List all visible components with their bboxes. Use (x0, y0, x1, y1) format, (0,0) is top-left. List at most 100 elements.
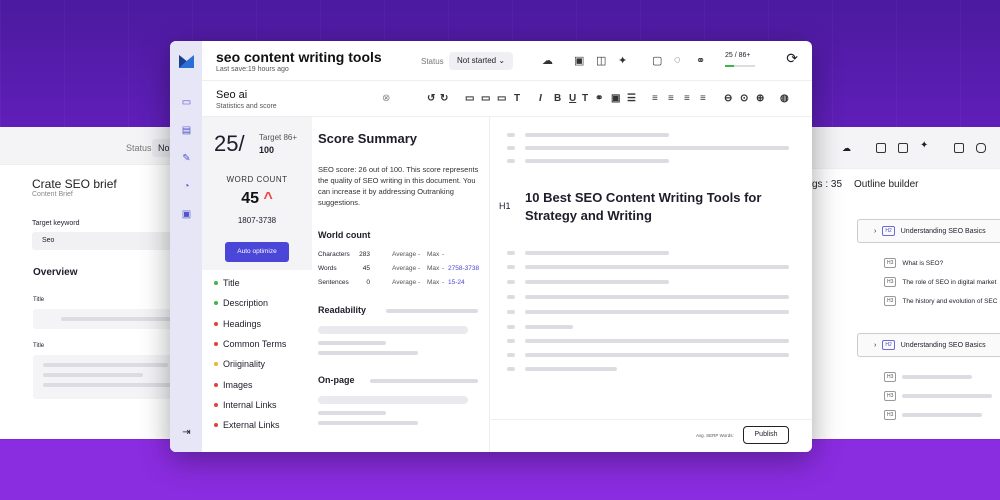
word-stat-m: Max (427, 279, 440, 286)
score-mini: 25 / 86+ (725, 52, 751, 59)
justify-icon[interactable]: ≡ (700, 93, 706, 104)
description-field-input[interactable] (33, 355, 180, 399)
checklist-item[interactable]: Headings (214, 319, 261, 329)
outline-h3-item[interactable]: H3 The history and evolution of SEC (884, 296, 997, 306)
refresh-icon[interactable]: ⟳ (786, 50, 798, 67)
note-icon[interactable]: ▢ (652, 54, 662, 67)
outline-h3-item[interactable]: H3 (884, 410, 983, 420)
h3-tag: H3 (884, 296, 897, 306)
placeholder-bar (370, 379, 478, 383)
target-keyword-input[interactable]: Seo (32, 232, 180, 250)
close-icon[interactable]: ⊗ (382, 93, 390, 104)
status-select[interactable]: Not started ⌄ (449, 52, 514, 70)
document-editor[interactable]: H1 10 Best SEO Content Writing Tools for… (491, 117, 812, 452)
h3-format-icon[interactable]: ▭ (497, 93, 506, 104)
comment-icon[interactable] (976, 143, 986, 153)
h3-tag: H3 (884, 372, 897, 382)
chevron-right-icon[interactable]: › (874, 342, 876, 349)
zoom-in-icon[interactable]: ⊕ (756, 93, 764, 104)
h2-format-icon[interactable]: ▭ (481, 93, 490, 104)
checklist-item[interactable]: Internal Links (214, 400, 277, 410)
list-icon[interactable]: ☰ (627, 93, 636, 104)
chevron-down-icon: ⌄ (498, 56, 506, 65)
auto-optimize-button[interactable]: Auto optimize (225, 242, 289, 262)
word-stat-r: 2758-3738 (448, 265, 480, 272)
h1-icon[interactable]: ▭ (181, 97, 192, 108)
checklist-item[interactable]: Common Terms (214, 339, 286, 349)
format-toolbar: Seo ai Statistics and score ⊗ ↺ ↻ ▭ ▭ ▭ … (202, 81, 812, 117)
document-icon[interactable]: ▤ (181, 125, 192, 136)
globe-icon[interactable]: ◍ (780, 93, 789, 104)
status-dot-icon (214, 321, 218, 326)
strike-icon[interactable]: T (582, 93, 588, 104)
h1-format-icon[interactable]: ▭ (465, 93, 474, 104)
magic-icon[interactable]: ✦ (920, 140, 930, 151)
folder-icon[interactable]: ▣ (181, 209, 192, 220)
status-dot-icon (214, 281, 218, 285)
status-dot-icon (214, 341, 218, 346)
outline-h3-item[interactable]: H3 The role of SEO in digital market (884, 277, 996, 287)
document-title[interactable]: seo content writing tools (216, 49, 382, 65)
placeholder-bar (507, 353, 515, 357)
checklist-item-label: Title (223, 278, 240, 288)
outline-item-label: What is SEO? (902, 259, 944, 267)
h1-heading[interactable]: 10 Best SEO Content Writing Tools for St… (525, 189, 785, 225)
note-icon[interactable] (954, 143, 964, 153)
align-center-icon[interactable]: ≡ (668, 93, 674, 104)
underline-icon[interactable]: U (569, 93, 576, 104)
robot-icon[interactable] (898, 143, 908, 153)
text-icon[interactable]: T (514, 93, 520, 104)
word-stat-k: Sentences (318, 279, 349, 286)
outline-h3-item[interactable]: H3 (884, 372, 973, 382)
placeholder-bar (386, 309, 478, 313)
save-icon[interactable] (876, 143, 886, 153)
link-icon[interactable]: ⚭ (595, 93, 603, 104)
outline-h2-item[interactable]: › H2 Understanding SEO Basics (857, 333, 1000, 357)
logout-icon[interactable]: ⇥ (181, 427, 192, 438)
placeholder-bar (507, 265, 515, 269)
publish-button[interactable]: Publish (743, 426, 789, 444)
redo-icon[interactable]: ↻ (440, 93, 448, 104)
arrow-up-icon: ^ (263, 190, 273, 207)
cloud-icon[interactable]: ☁ (542, 54, 553, 67)
chevron-right-icon[interactable]: › (874, 228, 876, 235)
zoom-out-icon[interactable]: ⊖ (724, 93, 732, 104)
placeholder-bar (43, 383, 173, 387)
cloud-icon[interactable]: ☁ (842, 143, 852, 153)
align-left-icon[interactable]: ≡ (652, 93, 658, 104)
placeholder-bar (318, 326, 468, 334)
score-column: 25/ Target 86+ 100 WORD COUNT 45 ^ 1807-… (202, 117, 312, 452)
search-icon[interactable]: ⊙ (740, 93, 748, 104)
bold-icon[interactable]: B (554, 93, 561, 104)
placeholder-bar (507, 280, 515, 284)
checklist-item[interactable]: External Links (214, 420, 280, 430)
placeholder-bar (525, 133, 669, 137)
placeholder-bar (902, 394, 993, 398)
magic-icon[interactable]: ✦ (618, 54, 627, 67)
save-icon[interactable]: ▣ (574, 54, 584, 67)
target-keyword-label: Target keyword (32, 220, 80, 227)
checklist-item[interactable]: Title (214, 278, 240, 288)
h3-tag: H3 (884, 410, 897, 420)
align-right-icon[interactable]: ≡ (684, 93, 690, 104)
italic-icon[interactable]: I (539, 93, 542, 104)
robot-icon[interactable]: ◫ (596, 54, 606, 67)
comment-icon[interactable]: ◌ (674, 54, 681, 66)
wand-icon[interactable]: ✎ (181, 153, 192, 164)
outline-h2-item[interactable]: › H2 Understanding SEO Basics (857, 219, 1000, 243)
title-field-input[interactable] (33, 309, 180, 329)
outline-h3-item[interactable]: H3 What is SEO? (884, 258, 943, 268)
checklist-item[interactable]: Oriiginality (214, 359, 265, 369)
link-icon[interactable]: ⚭ (696, 54, 705, 67)
checklist-item-label: External Links (223, 420, 280, 431)
history-icon[interactable]: ◔ (181, 181, 192, 192)
app-logo-icon (179, 55, 194, 68)
outline-h3-item[interactable]: H3 (884, 391, 993, 401)
word-count-range: 1807-3738 (237, 216, 277, 225)
undo-icon[interactable]: ↺ (427, 93, 435, 104)
checklist-item[interactable]: Images (214, 380, 253, 390)
word-stat-v: 283 (359, 251, 370, 258)
image-icon[interactable]: ▣ (611, 93, 620, 104)
checklist-item[interactable]: Description (214, 298, 268, 308)
title-field-label: Title (33, 297, 45, 303)
